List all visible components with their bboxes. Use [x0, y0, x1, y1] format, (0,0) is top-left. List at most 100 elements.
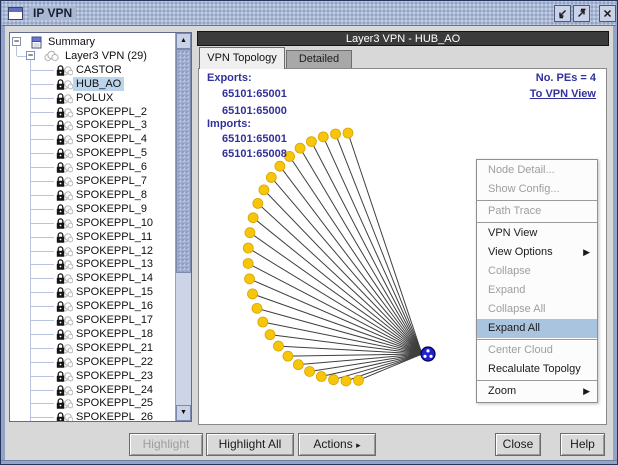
maximize-button[interactable]: [573, 5, 590, 22]
tree-item-label: SPOKEPPL_17: [73, 313, 156, 327]
expand-toggle[interactable]: −: [12, 37, 21, 46]
pe-node[interactable]: [265, 330, 275, 340]
panel-header: Layer3 VPN - HUB_AO: [197, 31, 609, 46]
tree-row[interactable]: SPOKEPPL_9: [10, 202, 175, 216]
tab-vpn-topology[interactable]: VPN Topology: [199, 47, 285, 69]
menu-item-label: Recalulate Topolgy: [488, 363, 581, 375]
pe-node[interactable]: [245, 274, 255, 284]
tree-row[interactable]: SPOKEPPL_6: [10, 160, 175, 174]
menu-item-label: View Options: [488, 246, 553, 258]
pe-node[interactable]: [318, 132, 328, 142]
tree-guide-line: [31, 209, 54, 210]
tab-detailed[interactable]: Detailed: [286, 50, 352, 68]
close-window-button[interactable]: [599, 5, 616, 22]
expand-toggle[interactable]: −: [26, 51, 35, 60]
pe-node[interactable]: [266, 172, 276, 182]
pe-node[interactable]: [305, 366, 315, 376]
import-value: 65101:65008: [222, 148, 287, 160]
pe-node[interactable]: [295, 143, 305, 153]
scroll-up-button[interactable]: ▲: [176, 33, 191, 49]
pe-node[interactable]: [306, 137, 316, 147]
menu-item-zoom[interactable]: Zoom▶: [477, 382, 597, 401]
tree-row[interactable]: SPOKEPPL_25: [10, 396, 175, 410]
tree-row[interactable]: SPOKEPPL_26: [10, 410, 175, 421]
tree-item-label: SPOKEPPL_23: [73, 369, 156, 383]
pe-node[interactable]: [243, 258, 253, 268]
tree-row[interactable]: SPOKEPPL_11: [10, 230, 175, 244]
vpn-tree: −Summary−Layer3 VPN (29)CASTORHUB_AOPOLU…: [10, 33, 175, 421]
help-button[interactable]: Help: [560, 433, 605, 456]
tree-row[interactable]: SPOKEPPL_8: [10, 188, 175, 202]
tree-row[interactable]: SPOKEPPL_10: [10, 216, 175, 230]
tree-row[interactable]: SPOKEPPL_7: [10, 174, 175, 188]
pe-node[interactable]: [248, 213, 258, 223]
pe-node[interactable]: [248, 289, 258, 299]
lock-icon: [55, 161, 73, 174]
pe-node[interactable]: [275, 161, 285, 171]
highlight-all-button[interactable]: Highlight All: [206, 433, 294, 456]
tree-row[interactable]: SPOKEPPL_4: [10, 132, 175, 146]
tree-row[interactable]: −Summary: [10, 35, 175, 49]
pe-node[interactable]: [245, 228, 255, 238]
tree-row[interactable]: SPOKEPPL_21: [10, 341, 175, 355]
tree-row[interactable]: SPOKEPPL_18: [10, 327, 175, 341]
tree-row[interactable]: HUB_AO: [10, 77, 175, 91]
hub-node[interactable]: [421, 347, 435, 361]
tree-row[interactable]: SPOKEPPL_2: [10, 105, 175, 119]
tree-row[interactable]: SPOKEPPL_14: [10, 271, 175, 285]
tree-row[interactable]: CASTOR: [10, 63, 175, 77]
pe-node[interactable]: [259, 185, 269, 195]
menu-item-recalulate-topolgy[interactable]: Recalulate Topolgy: [477, 360, 597, 379]
pe-node[interactable]: [353, 375, 363, 385]
tree-row[interactable]: SPOKEPPL_12: [10, 244, 175, 258]
pe-node[interactable]: [243, 243, 253, 253]
window-icon: [8, 7, 23, 20]
tree-row[interactable]: SPOKEPPL_5: [10, 146, 175, 160]
tree-row[interactable]: POLUX: [10, 91, 175, 105]
tree-item-label: SPOKEPPL_22: [73, 355, 156, 369]
pe-node[interactable]: [273, 341, 283, 351]
tree-row[interactable]: SPOKEPPL_16: [10, 299, 175, 313]
actions-button[interactable]: Actions ▸: [298, 433, 376, 456]
scrollbar-thumb[interactable]: [176, 49, 191, 273]
pe-node[interactable]: [293, 360, 303, 370]
window-title: IP VPN: [29, 6, 76, 20]
pe-node[interactable]: [253, 198, 263, 208]
tree-guide-line: [31, 417, 54, 418]
menu-separator: [477, 380, 597, 381]
spoke-link: [311, 142, 422, 354]
pe-node[interactable]: [331, 129, 341, 139]
pe-node[interactable]: [343, 128, 353, 138]
pe-count: No. PEs = 4: [536, 72, 596, 84]
tree-row[interactable]: SPOKEPPL_17: [10, 313, 175, 327]
tree-item-label: SPOKEPPL_21: [73, 341, 156, 355]
context-menu: Node Detail...Show Config...Path TraceVP…: [476, 159, 598, 403]
menu-item-path-trace: Path Trace: [477, 202, 597, 221]
spoke-link: [280, 166, 422, 354]
menu-item-vpn-view[interactable]: VPN View: [477, 224, 597, 243]
export-value: 65101:65001: [222, 88, 287, 100]
pe-node[interactable]: [283, 351, 293, 361]
menu-item-view-options[interactable]: View Options▶: [477, 243, 597, 262]
tree-scrollbar[interactable]: ▲ ▼: [175, 33, 191, 421]
window-border-right: [613, 1, 617, 464]
pe-node[interactable]: [329, 375, 339, 385]
to-vpn-view-link[interactable]: To VPN View: [530, 88, 596, 100]
spoke-link: [300, 148, 422, 354]
close-button[interactable]: Close: [495, 433, 541, 456]
tree-row[interactable]: SPOKEPPL_13: [10, 257, 175, 271]
menu-item-expand-all[interactable]: Expand All: [477, 319, 597, 338]
tree-row[interactable]: SPOKEPPL_23: [10, 369, 175, 383]
tree-row[interactable]: −Layer3 VPN (29): [10, 49, 175, 63]
iconify-button[interactable]: [554, 5, 571, 22]
tree-row[interactable]: SPOKEPPL_24: [10, 383, 175, 397]
tree-row[interactable]: SPOKEPPL_15: [10, 285, 175, 299]
ip-vpn-window: IP VPN −Summary−Layer3 VPN (29)CASTORHUB…: [0, 0, 618, 465]
pe-node[interactable]: [258, 317, 268, 327]
pe-node[interactable]: [341, 376, 351, 386]
tree-row[interactable]: SPOKEPPL_22: [10, 355, 175, 369]
pe-node[interactable]: [316, 372, 326, 382]
tree-row[interactable]: SPOKEPPL_3: [10, 118, 175, 132]
pe-node[interactable]: [252, 303, 262, 313]
scroll-down-button[interactable]: ▼: [176, 405, 191, 421]
